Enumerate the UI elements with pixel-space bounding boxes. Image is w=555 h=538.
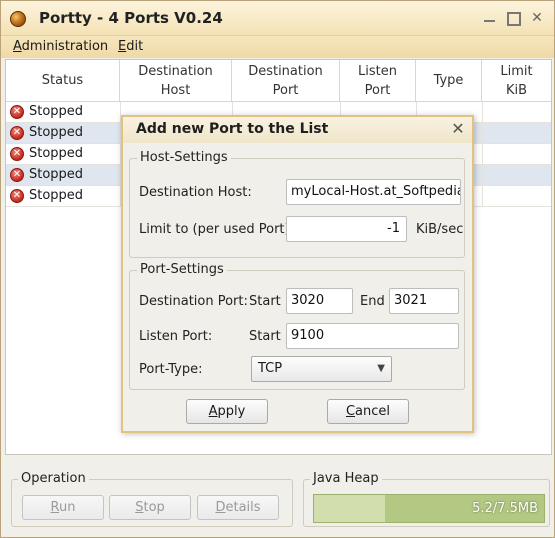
table-header: Status Destination Host Destination Port L…	[6, 60, 551, 102]
row-status: Stopped	[29, 104, 84, 119]
chevron-down-icon: ▼	[377, 363, 385, 374]
dialog-title-bar: Add new Port to the List ✕	[123, 117, 472, 143]
minimize-icon[interactable]	[481, 10, 499, 26]
close-icon[interactable]: ✕	[528, 10, 546, 26]
java-heap-meter: 5.2/7.5MB	[313, 494, 545, 523]
error-icon: ✕	[10, 105, 24, 119]
error-icon: ✕	[10, 126, 24, 140]
cancel-button[interactable]: Cancel	[327, 399, 409, 424]
destination-end-label: End	[360, 294, 385, 309]
listen-start-port-input[interactable]: 9100	[286, 323, 459, 349]
main-window: Portty - 4 Ports V0.24 ✕ Administration …	[0, 0, 555, 538]
operation-legend: Operation	[18, 471, 89, 486]
destination-start-label: Start	[249, 294, 281, 309]
destination-host-input[interactable]: myLocal-Host.at_Softpedia.	[286, 179, 461, 205]
details-button[interactable]: Details	[197, 495, 279, 520]
port-settings-legend: Port-Settings	[137, 262, 227, 277]
operation-group: Operation Run Stop Details	[11, 471, 293, 527]
window-title: Portty - 4 Ports V0.24	[39, 9, 223, 27]
error-icon: ✕	[10, 189, 24, 203]
destination-start-port-input[interactable]: 3020	[286, 288, 353, 314]
apply-button[interactable]: Apply	[186, 399, 268, 424]
title-bar: Portty - 4 Ports V0.24 ✕	[1, 1, 554, 36]
row-status: Stopped	[29, 125, 84, 140]
host-settings-group: Host-Settings Destination Host: myLocal-…	[129, 150, 465, 258]
java-heap-value: 5.2/7.5MB	[472, 501, 538, 516]
column-header-listen-port[interactable]: Listen Port	[340, 60, 416, 102]
maximize-icon[interactable]	[504, 10, 522, 26]
menu-administration[interactable]: Administration	[13, 39, 108, 54]
limit-label: Limit to (per used Port):	[139, 222, 294, 237]
menu-edit[interactable]: Edit	[118, 39, 143, 54]
app-icon	[10, 11, 26, 27]
limit-input[interactable]: -1	[286, 216, 407, 242]
column-header-status[interactable]: Status	[6, 60, 120, 102]
dialog-close-icon[interactable]: ✕	[449, 120, 467, 138]
column-header-destination-host[interactable]: Destination Host	[120, 60, 232, 102]
port-type-value: TCP	[258, 361, 283, 376]
dialog-title: Add new Port to the List	[136, 121, 329, 137]
port-type-select[interactable]: TCP ▼	[251, 356, 392, 382]
destination-port-label: Destination Port:	[139, 294, 248, 309]
stop-button[interactable]: Stop	[109, 495, 191, 520]
run-button[interactable]: Run	[22, 495, 104, 520]
column-divider	[482, 102, 483, 207]
dialog-body: Host-Settings Destination Host: myLocal-…	[123, 143, 472, 431]
add-port-dialog: Add new Port to the List ✕ Host-Settings…	[121, 115, 474, 433]
port-type-label: Port-Type:	[139, 362, 203, 377]
column-header-type[interactable]: Type	[416, 60, 482, 102]
destination-end-port-input[interactable]: 3021	[389, 288, 459, 314]
listen-start-label: Start	[249, 329, 281, 344]
listen-port-label: Listen Port:	[139, 329, 213, 344]
destination-host-label: Destination Host:	[139, 185, 252, 200]
port-settings-group: Port-Settings Destination Port: Start 30…	[129, 262, 465, 390]
column-header-destination-port[interactable]: Destination Port	[232, 60, 340, 102]
row-status: Stopped	[29, 167, 84, 182]
row-status: Stopped	[29, 146, 84, 161]
java-heap-legend: Java Heap	[310, 471, 382, 486]
host-settings-legend: Host-Settings	[137, 150, 231, 165]
java-heap-group: Java Heap 5.2/7.5MB	[303, 471, 550, 527]
error-icon: ✕	[10, 147, 24, 161]
column-header-limit[interactable]: Limit KiB	[482, 60, 551, 102]
error-icon: ✕	[10, 168, 24, 182]
menu-bar: Administration Edit	[1, 36, 554, 58]
row-status: Stopped	[29, 188, 84, 203]
limit-unit: KiB/sec	[416, 222, 464, 237]
